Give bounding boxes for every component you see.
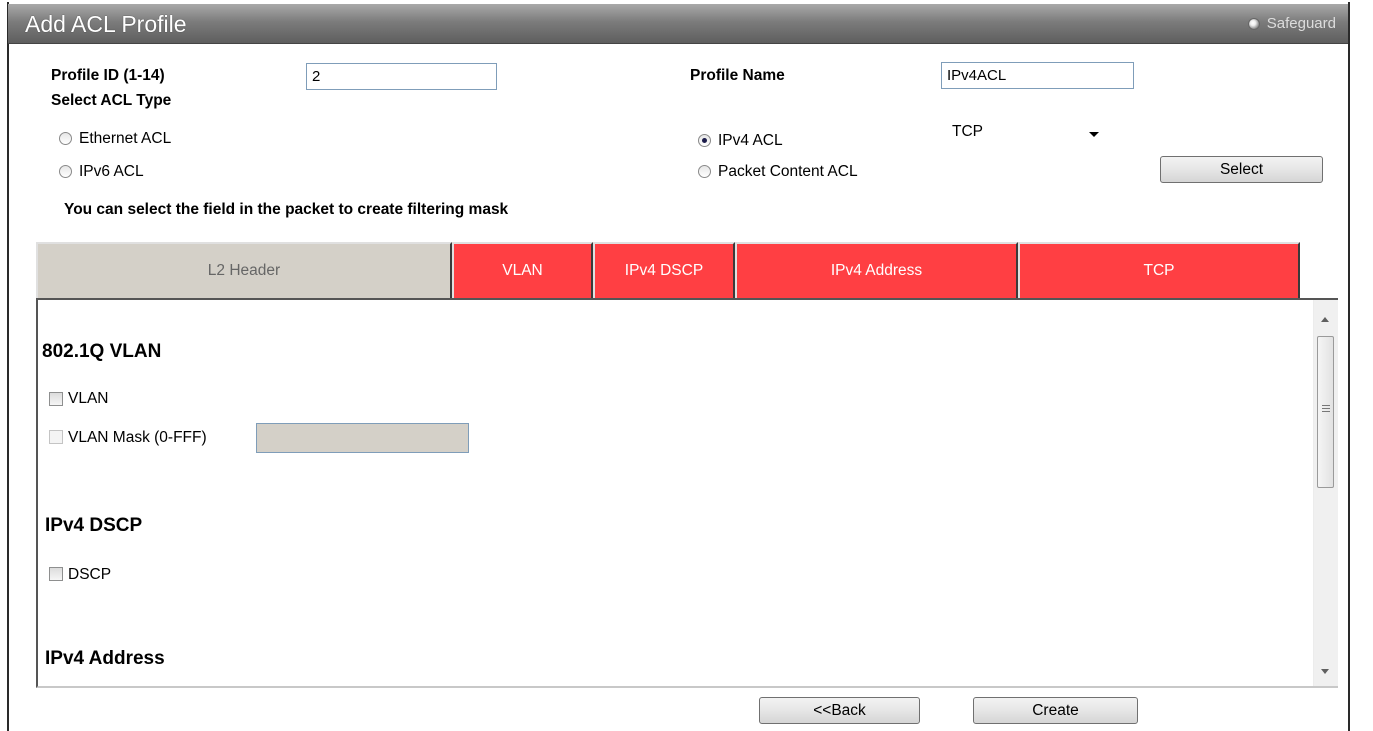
- vlan-mask-label: VLAN Mask (0-FFF): [68, 429, 207, 446]
- vlan-checkbox[interactable]: [49, 392, 63, 406]
- title-bar: Add ACL Profile Safeguard: [8, 4, 1348, 44]
- grip-icon: [1322, 405, 1330, 406]
- page-title: Add ACL Profile: [25, 11, 187, 37]
- panel-scrollbar[interactable]: [1313, 300, 1338, 686]
- profile-id-input[interactable]: [306, 63, 497, 90]
- safeguard-status-icon: [1247, 17, 1260, 30]
- address-section-title: IPv4 Address: [45, 648, 165, 669]
- select-button[interactable]: Select: [1160, 156, 1323, 183]
- profile-name-input[interactable]: [941, 62, 1134, 89]
- acl-type-label: Select ACL Type: [51, 92, 172, 109]
- protocol-select[interactable]: TCP: [941, 121, 1112, 146]
- profile-id-label: Profile ID (1-14): [51, 67, 165, 84]
- tab-vlan[interactable]: VLAN: [452, 242, 593, 298]
- packet-content-acl-radio[interactable]: [698, 165, 711, 178]
- vlan-section-title: 802.1Q VLAN: [42, 341, 162, 362]
- tab-label: VLAN: [502, 262, 543, 279]
- protocol-select-value: TCP: [952, 123, 983, 140]
- vlan-mask-input[interactable]: [256, 423, 469, 453]
- create-button[interactable]: Create: [973, 697, 1138, 724]
- ipv4-acl-label: IPv4 ACL: [718, 132, 783, 149]
- filter-hint: You can select the field in the packet t…: [64, 201, 509, 218]
- ipv6-acl-radio[interactable]: [59, 165, 72, 178]
- tab-ipv4-dscp[interactable]: IPv4 DSCP: [593, 242, 735, 298]
- ethernet-acl-label: Ethernet ACL: [79, 130, 172, 147]
- ethernet-acl-radio[interactable]: [59, 132, 72, 145]
- vlan-mask-checkbox[interactable]: [49, 430, 63, 444]
- profile-name-label: Profile Name: [690, 67, 785, 84]
- tab-label: IPv4 DSCP: [624, 262, 704, 279]
- tab-label: IPv4 Address: [830, 262, 923, 279]
- tab-tcp[interactable]: TCP: [1018, 242, 1300, 298]
- scroll-down-arrow-icon[interactable]: [1321, 669, 1329, 674]
- tab-label: L2 Header: [207, 262, 281, 279]
- tab-ipv4-address[interactable]: IPv4 Address: [735, 242, 1018, 298]
- safeguard-indicator: Safeguard: [1247, 15, 1336, 32]
- dscp-checkbox-label: DSCP: [68, 566, 112, 583]
- vlan-checkbox-label: VLAN: [68, 390, 109, 407]
- scroll-thumb[interactable]: [1317, 336, 1334, 488]
- scroll-up-arrow-icon[interactable]: [1321, 317, 1329, 322]
- back-button[interactable]: <<Back: [759, 697, 920, 724]
- dscp-section-title: IPv4 DSCP: [45, 515, 143, 536]
- ipv4-acl-radio[interactable]: [698, 134, 711, 147]
- packet-content-acl-label: Packet Content ACL: [718, 163, 858, 180]
- dscp-checkbox[interactable]: [49, 567, 63, 581]
- filter-fields-panel: 802.1Q VLAN VLAN VLAN Mask (0-FFF) IPv4 …: [36, 298, 1338, 688]
- safeguard-label: Safeguard: [1266, 15, 1336, 32]
- tab-label: TCP: [1143, 262, 1175, 279]
- chevron-down-icon: [1089, 132, 1099, 137]
- ipv6-acl-label: IPv6 ACL: [79, 163, 144, 180]
- tab-l2-header[interactable]: L2 Header: [36, 242, 452, 298]
